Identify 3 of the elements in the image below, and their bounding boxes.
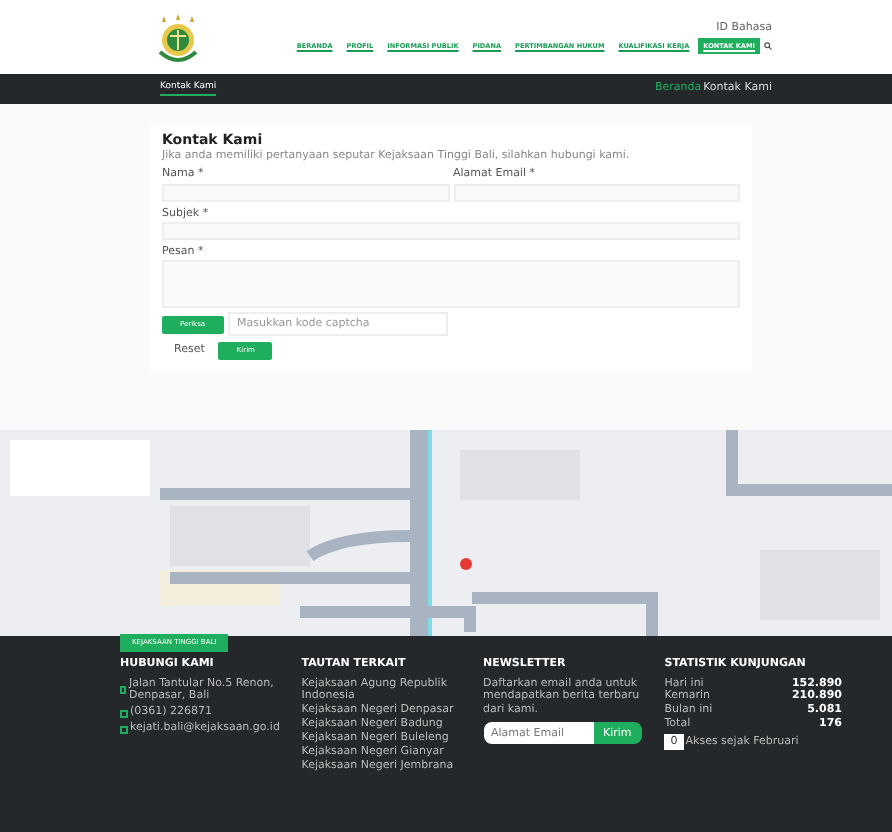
search-icon[interactable] [764,42,772,51]
emblem-logo [156,11,200,63]
contact-icon [120,686,127,695]
